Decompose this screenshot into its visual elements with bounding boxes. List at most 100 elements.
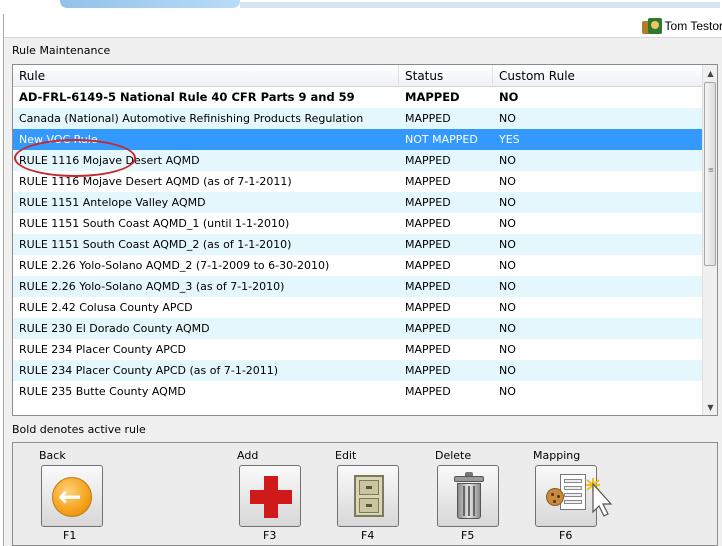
rule-maintenance-window: Tom Testor Rule Maintenance Rule Status … <box>3 14 722 546</box>
add-shortcut: F3 <box>263 529 277 542</box>
legend-text: Bold denotes active rule <box>12 423 146 436</box>
table-row[interactable]: RULE 2.42 Colusa County APCD MAPPED NO <box>13 297 703 318</box>
table-row[interactable]: RULE 1151 South Coast AQMD_1 (until 1-1-… <box>13 213 703 234</box>
table-row[interactable]: RULE 1151 South Coast AQMD_2 (as of 1-1-… <box>13 234 703 255</box>
custom-rule-cell: NO <box>499 259 516 272</box>
rule-cell: New VOC Rule <box>19 133 98 146</box>
add-button-group: Add F3 <box>237 443 333 543</box>
scroll-up-arrow-icon[interactable]: ▲ <box>703 65 717 81</box>
table-row[interactable]: New VOC Rule NOT MAPPED YES <box>13 129 703 150</box>
status-cell: MAPPED <box>405 301 451 314</box>
custom-rule-cell: NO <box>499 364 516 377</box>
delete-label: Delete <box>435 449 472 462</box>
trash-can-icon <box>454 472 484 520</box>
table-row[interactable]: RULE 1151 Antelope Valley AQMD MAPPED NO <box>13 192 703 213</box>
custom-rule-cell: NO <box>499 238 516 251</box>
table-row[interactable]: RULE 234 Placer County APCD (as of 7-1-2… <box>13 360 703 381</box>
edit-button-group: Edit F4 <box>335 443 431 543</box>
custom-rule-cell: NO <box>499 196 516 209</box>
table-row[interactable]: RULE 1116 Mojave Desert AQMD (as of 7-1-… <box>13 171 703 192</box>
back-button-group: Back ← F1 <box>37 443 133 543</box>
custom-rule-cell: NO <box>499 154 516 167</box>
status-cell: MAPPED <box>405 175 451 188</box>
user-name: Tom Testor <box>664 19 722 33</box>
status-cell: MAPPED <box>405 112 451 125</box>
column-header-rule[interactable]: Rule <box>13 65 399 87</box>
rule-cell: RULE 1116 Mojave Desert AQMD <box>19 154 200 167</box>
delete-button-group: Delete F5 <box>433 443 529 543</box>
rule-cell: RULE 1151 South Coast AQMD_1 (until 1-1-… <box>19 217 290 230</box>
table-row[interactable]: RULE 2.26 Yolo-Solano AQMD_3 (as of 7-1-… <box>13 276 703 297</box>
current-user[interactable]: Tom Testor <box>641 18 722 34</box>
custom-rule-cell: NO <box>499 175 516 188</box>
table-row[interactable]: RULE 2.26 Yolo-Solano AQMD_2 (7-1-2009 t… <box>13 255 703 276</box>
custom-rule-cell: NO <box>499 280 516 293</box>
delete-shortcut: F5 <box>461 529 475 542</box>
back-label: Back <box>39 449 66 462</box>
top-strip <box>0 0 722 14</box>
rule-cell: Canada (National) Automotive Refinishing… <box>19 112 364 125</box>
back-button[interactable]: ← <box>41 465 103 527</box>
user-bar: Tom Testor <box>4 14 722 38</box>
rule-cell: RULE 1151 Antelope Valley AQMD <box>19 196 206 209</box>
edit-shortcut: F4 <box>361 529 375 542</box>
rule-cell: RULE 234 Placer County APCD (as of 7-1-2… <box>19 364 279 377</box>
rule-cell: RULE 2.42 Colusa County APCD <box>19 301 193 314</box>
scroll-thumb[interactable]: ≡ <box>704 82 716 266</box>
file-cabinet-icon <box>354 475 384 517</box>
custom-rule-cell: NO <box>499 322 516 335</box>
add-button[interactable] <box>239 465 301 527</box>
grid-header: Rule Status Custom Rule <box>13 65 703 87</box>
user-avatar-icon <box>641 18 662 34</box>
scroll-down-arrow-icon[interactable]: ▼ <box>703 399 717 415</box>
edit-button[interactable] <box>337 465 399 527</box>
rules-grid[interactable]: Rule Status Custom Rule AD-FRL-6149-5 Na… <box>12 64 718 416</box>
table-row[interactable]: Canada (National) Automotive Refinishing… <box>13 108 703 129</box>
rule-cell: RULE 235 Butte County AQMD <box>19 385 186 398</box>
scroll-grip-icon: ≡ <box>708 166 714 174</box>
title-bar-fragment <box>240 2 720 8</box>
mapping-label: Mapping <box>533 449 581 462</box>
custom-rule-cell: NO <box>499 90 519 104</box>
status-cell: MAPPED <box>405 90 460 104</box>
rule-cell: RULE 1151 South Coast AQMD_2 (as of 1-1-… <box>19 238 292 251</box>
add-label: Add <box>237 449 259 462</box>
status-cell: MAPPED <box>405 343 451 356</box>
table-row[interactable]: RULE 230 El Dorado County AQMD MAPPED NO <box>13 318 703 339</box>
red-plus-icon <box>250 476 292 518</box>
custom-rule-cell: NO <box>499 112 516 125</box>
column-header-status[interactable]: Status <box>399 65 493 87</box>
title-fragment <box>60 0 240 8</box>
table-row[interactable]: RULE 1116 Mojave Desert AQMD MAPPED NO <box>13 150 703 171</box>
rule-cell: RULE 2.26 Yolo-Solano AQMD_2 (7-1-2009 t… <box>19 259 330 272</box>
back-arrow-icon: ← <box>52 477 92 517</box>
back-shortcut: F1 <box>63 529 77 542</box>
status-cell: MAPPED <box>405 364 451 377</box>
mapping-shortcut: F6 <box>559 529 573 542</box>
status-cell: MAPPED <box>405 238 451 251</box>
status-cell: MAPPED <box>405 217 451 230</box>
delete-button[interactable] <box>437 465 499 527</box>
vertical-scrollbar[interactable]: ▲ ≡ ▼ <box>702 65 717 415</box>
table-row[interactable]: AD-FRL-6149-5 National Rule 40 CFR Parts… <box>13 87 703 108</box>
grid-rows: AD-FRL-6149-5 National Rule 40 CFR Parts… <box>13 87 703 402</box>
status-cell: MAPPED <box>405 196 451 209</box>
status-cell: MAPPED <box>405 385 451 398</box>
table-row[interactable]: RULE 234 Placer County APCD MAPPED NO <box>13 339 703 360</box>
status-cell: MAPPED <box>405 259 451 272</box>
section-title: Rule Maintenance <box>12 44 111 57</box>
status-cell: MAPPED <box>405 154 451 167</box>
mouse-pointer-icon <box>586 478 613 517</box>
edit-label: Edit <box>335 449 357 462</box>
rule-cell: RULE 2.26 Yolo-Solano AQMD_3 (as of 7-1-… <box>19 280 285 293</box>
rule-cell: RULE 1116 Mojave Desert AQMD (as of 7-1-… <box>19 175 292 188</box>
rule-cell: RULE 230 El Dorado County AQMD <box>19 322 210 335</box>
custom-rule-cell: NO <box>499 385 516 398</box>
custom-rule-cell: YES <box>499 133 520 146</box>
table-row[interactable]: RULE 235 Butte County AQMD MAPPED NO <box>13 381 703 402</box>
rule-cell: AD-FRL-6149-5 National Rule 40 CFR Parts… <box>19 90 355 104</box>
rule-cell: RULE 234 Placer County APCD <box>19 343 187 356</box>
custom-rule-cell: NO <box>499 217 516 230</box>
status-cell: MAPPED <box>405 322 451 335</box>
column-header-custom-rule[interactable]: Custom Rule <box>493 65 703 87</box>
